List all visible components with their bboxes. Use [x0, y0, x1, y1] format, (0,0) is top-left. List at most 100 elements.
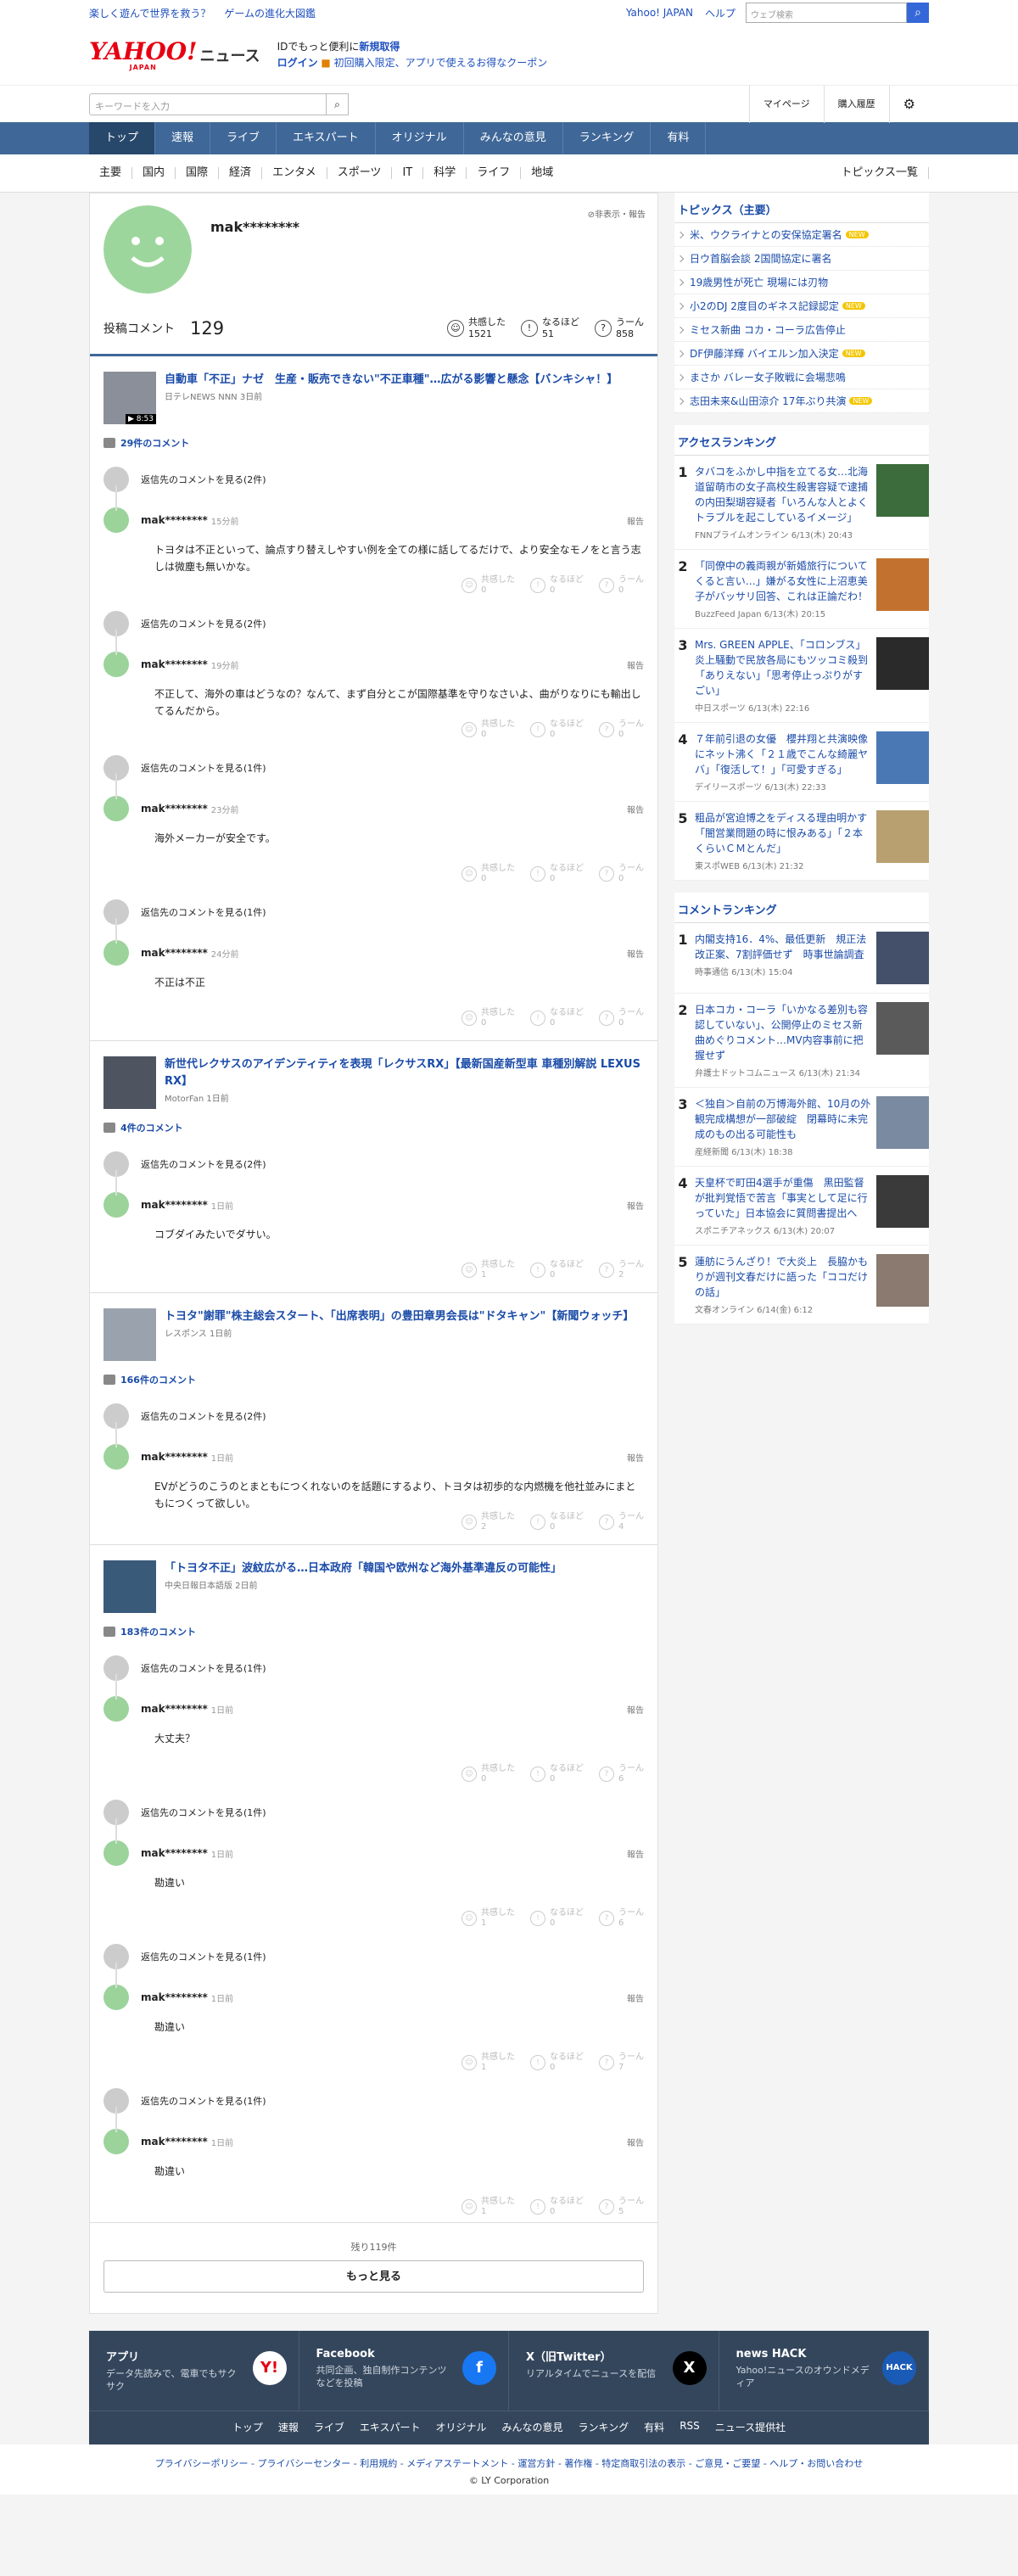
- see-replies[interactable]: 返信先のコメントを見る(1件): [90, 889, 657, 935]
- article-title[interactable]: 「トヨタ不正」波紋広がる…日本政府「韓国や欧州など海外基準違反の可能性」: [165, 1560, 562, 1577]
- comment-user[interactable]: mak********: [141, 1451, 208, 1463]
- see-replies[interactable]: 返信先のコメントを見る(1件): [90, 1789, 657, 1835]
- comment-count-link[interactable]: 4件のコメント: [90, 1109, 657, 1141]
- report-link[interactable]: 報告: [627, 1991, 644, 2004]
- gnav-5[interactable]: みんなの意見: [464, 122, 563, 154]
- ranking-item[interactable]: 5 粗品が宮迫博之をディスる理由明かす「闇営業問題の時に恨みある」「２本くらいＣＭ…: [674, 802, 929, 881]
- footer-link[interactable]: ランキング: [571, 2420, 637, 2434]
- comment-count-link[interactable]: 29件のコメント: [90, 424, 657, 456]
- footer-app-promo[interactable]: X（旧Twitter） リアルタイムでニュースを配信 X: [509, 2331, 719, 2411]
- purchase-history-link[interactable]: 購入履歴: [823, 85, 889, 123]
- gnav-2[interactable]: ライブ: [210, 122, 277, 154]
- promo-link-1[interactable]: 楽しく遊んで世界を救う？: [89, 8, 210, 20]
- topic-item[interactable]: 志田未来&山田涼介 17年ぶり共演 NEW: [674, 389, 929, 413]
- comment-user[interactable]: mak********: [141, 803, 208, 815]
- comment-count-link[interactable]: 183件のコメント: [90, 1613, 657, 1645]
- see-replies[interactable]: 返信先のコメントを見る(2件): [90, 601, 657, 647]
- reaction-button[interactable]: ! なるほど 0: [530, 864, 584, 884]
- ranking-item[interactable]: 1 タバコをふかし中指を立てる女…北海道留萌市の女子高校生殺害容疑で逮捕の内田梨瑚…: [674, 456, 929, 550]
- report-link[interactable]: 報告: [627, 658, 644, 671]
- reaction-button[interactable]: ! なるほど 0: [530, 1908, 584, 1929]
- footer-app-promo[interactable]: アプリ データ先読みで、電車でもサクサク Y!: [89, 2331, 299, 2411]
- topic-item[interactable]: ミセス新曲 コカ・コーラ広告停止: [674, 318, 929, 342]
- ranking-item[interactable]: 5 蓮舫にうんざり！で大炎上 長脇かもりが週刊文春だけに語った「ココだけの話」 文春…: [674, 1246, 929, 1324]
- footer-link[interactable]: 速報: [271, 2420, 306, 2434]
- gnav-7[interactable]: 有料: [651, 122, 707, 154]
- see-replies[interactable]: 返信先のコメントを見る(2件): [90, 1393, 657, 1439]
- reaction-button[interactable]: ! なるほど 0: [530, 1512, 584, 1532]
- comment-user[interactable]: mak********: [141, 2136, 208, 2148]
- keyword-search-input[interactable]: キーワードを入力: [89, 92, 327, 115]
- article-title[interactable]: トヨタ"謝罪"株主総会スタート、「出席表明」の豊田章男会長は"ドタキャン"【新聞…: [165, 1308, 634, 1325]
- topic-item[interactable]: まさか バレー女子敗戦に会場悲鳴: [674, 366, 929, 389]
- reaction-button[interactable]: ☺ 共感した 0: [461, 1008, 515, 1028]
- reaction-button[interactable]: ☺ 共感した 1: [461, 2052, 515, 2073]
- article-title[interactable]: 新世代レクサスのアイデンティティを表現「レクサスRX」【最新国産新型車 車種別解…: [165, 1056, 644, 1090]
- gnav-0[interactable]: トップ: [89, 122, 156, 154]
- topic-item[interactable]: 米、ウクライナとの安保協定署名 NEW: [674, 223, 929, 247]
- reaction-button[interactable]: ? うーん 0: [599, 575, 644, 596]
- reaction-button[interactable]: ☺ 共感した 0: [461, 864, 515, 884]
- footer-link[interactable]: ライブ: [306, 2420, 352, 2434]
- yahoo-news-logo[interactable]: YAHOO! JAPAN ニュース: [89, 39, 260, 71]
- comment-user[interactable]: mak********: [141, 658, 208, 670]
- web-search-input[interactable]: ウェブ検索: [746, 3, 907, 23]
- cnav-5[interactable]: スポーツ: [327, 167, 393, 179]
- cnav-8[interactable]: ライフ: [467, 167, 522, 179]
- ranking-item[interactable]: 4 ７年前引退の女優 櫻井翔と共演映像にネット沸く「２１歳でこんな綺麗ヤバ」「復活…: [674, 723, 929, 802]
- reaction-button[interactable]: ☺ 共感した 0: [461, 720, 515, 740]
- footer-link[interactable]: オリジナル: [428, 2420, 495, 2434]
- see-replies[interactable]: 返信先のコメントを見る(2件): [90, 1141, 657, 1187]
- reaction-button[interactable]: ? うーん 5: [599, 2197, 644, 2217]
- footer-link[interactable]: ニュース提供社: [708, 2420, 793, 2434]
- gnav-4[interactable]: オリジナル: [376, 122, 464, 154]
- reaction-button[interactable]: ! なるほど 0: [530, 720, 584, 740]
- reaction-button[interactable]: ? うーん 7: [599, 2052, 644, 2073]
- hide-report-link[interactable]: ⊘非表示・報告: [588, 207, 646, 220]
- load-more-button[interactable]: もっと見る: [103, 2260, 644, 2293]
- comment-user[interactable]: mak********: [141, 1199, 208, 1211]
- reaction-button[interactable]: ☺ 共感した 0: [461, 1764, 515, 1784]
- reaction-button[interactable]: ! なるほど 0: [530, 1260, 584, 1280]
- ranking-item[interactable]: 1 内閣支持16．4%、最低更新 規正法改正案、7割評価せず 時事世論調査 時事通信…: [674, 923, 929, 994]
- report-link[interactable]: 報告: [627, 1199, 644, 1212]
- footer-link[interactable]: トップ: [225, 2420, 271, 2434]
- comment-user[interactable]: mak********: [141, 1703, 208, 1715]
- comment-user[interactable]: mak********: [141, 1991, 208, 2003]
- mypage-link[interactable]: マイページ: [748, 85, 824, 123]
- comment-count-link[interactable]: 166件のコメント: [90, 1361, 657, 1393]
- gnav-3[interactable]: エキスパート: [277, 122, 376, 154]
- ranking-item[interactable]: 2 日本コカ・コーラ「いかなる差別も容認していない」、公開停止のミセス新曲めぐりコ…: [674, 994, 929, 1088]
- report-link[interactable]: 報告: [627, 1847, 644, 1860]
- cnav-1[interactable]: 国内: [132, 167, 176, 179]
- article-title[interactable]: 自動車「不正」ナゼ 生産・販売できない"不正車種"…広がる影響と懸念【バンキシャ…: [165, 372, 618, 389]
- reaction-button[interactable]: ☺ 共感した 1: [461, 1908, 515, 1929]
- footer-link[interactable]: RSS: [672, 2420, 708, 2434]
- reaction-button[interactable]: ! なるほど 0: [530, 2197, 584, 2217]
- reaction-button[interactable]: ? うーん 6: [599, 1764, 644, 1784]
- footer-link[interactable]: 有料: [636, 2420, 672, 2434]
- see-replies[interactable]: 返信先のコメントを見る(1件): [90, 1934, 657, 1980]
- comment-user[interactable]: mak********: [141, 947, 208, 959]
- cnav-6[interactable]: IT: [392, 167, 424, 179]
- topic-item[interactable]: DF伊藤洋輝 バイエルン加入決定 NEW: [674, 342, 929, 366]
- settings-button[interactable]: ⚙: [888, 85, 929, 123]
- login-link[interactable]: ログイン: [277, 57, 318, 69]
- reaction-button[interactable]: ? うーん 0: [599, 1008, 644, 1028]
- report-link[interactable]: 報告: [627, 514, 644, 527]
- keyword-search-button[interactable]: ⌕: [327, 92, 349, 115]
- topics-list-link[interactable]: トピックス一覧: [831, 167, 929, 179]
- reaction-button[interactable]: ? うーん 6: [599, 1908, 644, 1929]
- cnav-7[interactable]: 科学: [423, 167, 467, 179]
- topic-item[interactable]: 小2のDJ 2度目のギネス記録認定 NEW: [674, 294, 929, 318]
- reaction-button[interactable]: ! なるほど 0: [530, 2052, 584, 2073]
- topic-item[interactable]: 19歳男性が死亡 現場には刃物: [674, 271, 929, 294]
- see-replies[interactable]: 返信先のコメントを見る(2件): [90, 456, 657, 502]
- footer-link[interactable]: エキスパート: [352, 2420, 428, 2434]
- cnav-4[interactable]: エンタメ: [262, 167, 327, 179]
- article-thumbnail[interactable]: ▶ 8:53: [103, 372, 156, 424]
- see-replies[interactable]: 返信先のコメントを見る(1件): [90, 2078, 657, 2124]
- ranking-item[interactable]: 2 「同僚中の義両親が新婚旅行についてくると言い…」嫌がる女性に上沼恵美子がバッサ…: [674, 550, 929, 629]
- report-link[interactable]: 報告: [627, 2136, 644, 2148]
- footer-app-promo[interactable]: Facebook 共同企画、独自制作コンテンツなどを投稿 f: [299, 2331, 509, 2411]
